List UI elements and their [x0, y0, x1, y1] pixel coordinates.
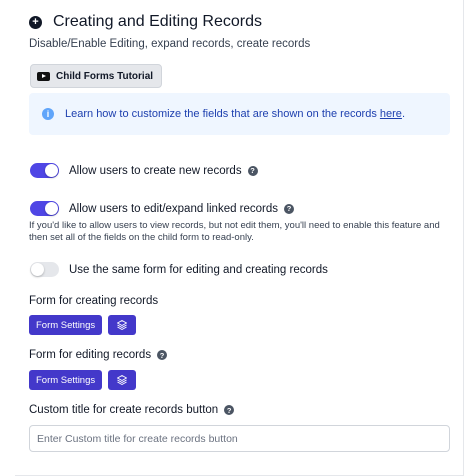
info-banner: i Learn how to customize the fields that…: [29, 93, 450, 135]
same-form-toggle[interactable]: [30, 262, 59, 277]
toggle-knob: [31, 263, 44, 276]
youtube-icon: [37, 71, 50, 81]
custom-title-input[interactable]: [29, 425, 450, 452]
creating-form-layers-button[interactable]: [108, 315, 137, 335]
help-icon[interactable]: ?: [224, 405, 235, 415]
edit-records-toggle[interactable]: [30, 201, 59, 216]
info-text: Learn how to customize the fields that a…: [65, 108, 405, 120]
toggle-label: Allow users to edit/expand linked record…: [69, 202, 279, 215]
plus-circle-icon[interactable]: +: [29, 15, 42, 29]
help-icon[interactable]: ?: [157, 350, 168, 360]
creating-form-buttons: Form Settings: [29, 315, 137, 335]
editing-form-layers-button[interactable]: [108, 370, 137, 390]
custom-title-label: Custom title for create records button ?: [29, 404, 235, 416]
editing-form-buttons: Form Settings: [29, 370, 137, 390]
layers-icon: [117, 320, 128, 330]
editing-form-label: Form for editing records ?: [29, 349, 168, 361]
toggle-row-same-form: Use the same form for editing and creati…: [30, 262, 328, 277]
edit-records-note: If you'd like to allow users to view rec…: [29, 220, 440, 243]
info-icon: i: [42, 108, 54, 120]
custom-title-label-text: Custom title for create records button: [29, 404, 219, 416]
help-icon[interactable]: ?: [247, 165, 258, 176]
toggle-row-edit-records: Allow users to edit/expand linked record…: [30, 201, 295, 216]
create-records-toggle[interactable]: [30, 163, 59, 178]
creating-form-label-text: Form for creating records: [29, 295, 159, 307]
info-here-link[interactable]: here: [380, 108, 402, 120]
creating-form-label: Form for creating records: [29, 295, 158, 307]
toggle-row-create-records: Allow users to create new records ?: [30, 163, 258, 178]
toggle-knob: [45, 164, 58, 177]
editing-form-settings-button[interactable]: Form Settings: [29, 370, 103, 390]
child-forms-tutorial-button[interactable]: Child Forms Tutorial: [30, 64, 163, 88]
section-subtitle: Disable/Enable Editing, expand records, …: [29, 38, 311, 50]
editing-form-label-text: Form for editing records: [29, 349, 152, 361]
layers-icon: [117, 375, 128, 385]
tutorial-label: Child Forms Tutorial: [56, 70, 154, 82]
section-header: + Creating and Editing Records: [29, 13, 262, 31]
help-icon[interactable]: ?: [284, 203, 295, 214]
section-title: Creating and Editing Records: [53, 13, 263, 30]
toggle-label: Allow users to create new records: [69, 164, 242, 177]
creating-form-settings-button[interactable]: Form Settings: [29, 315, 103, 335]
toggle-label: Use the same form for editing and creati…: [69, 263, 328, 276]
toggle-knob: [45, 202, 58, 215]
